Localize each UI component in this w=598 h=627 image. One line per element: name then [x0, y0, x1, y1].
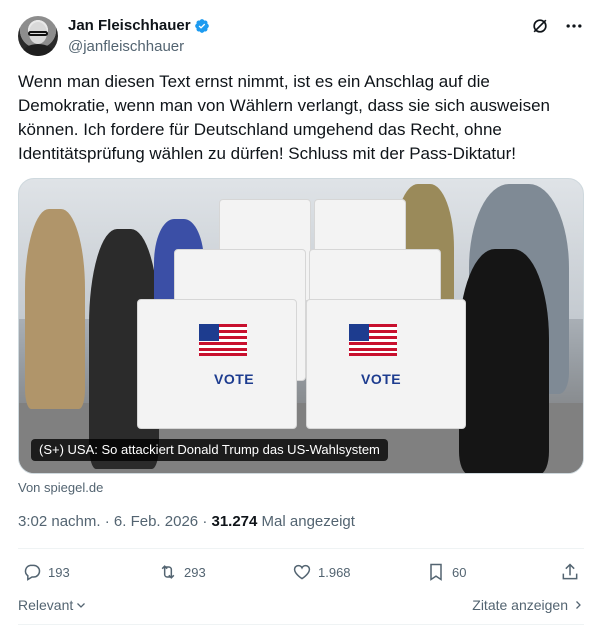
action-bar: 193 293 1.968 60 [18, 562, 584, 586]
author-display-name[interactable]: Jan Fleischhauer [68, 16, 191, 36]
chevron-down-icon [77, 603, 86, 608]
share-icon [562, 563, 578, 580]
reply-button[interactable]: 193 [22, 562, 70, 582]
tweet-date[interactable]: 6. Feb. 2026 [114, 513, 198, 530]
booth-vote-label: VOTE [214, 371, 255, 387]
repost-icon [161, 565, 175, 579]
media-caption[interactable]: (S+) USA: So attackiert Donald Trump das… [31, 439, 388, 461]
avatar[interactable] [18, 16, 58, 56]
show-quotes-link[interactable]: Zitate anzeigen [472, 597, 584, 613]
bookmark-button[interactable]: 60 [426, 562, 466, 582]
like-button[interactable]: 1.968 [292, 562, 351, 582]
bookmark-icon [430, 563, 442, 581]
voting-booth-front-right [306, 299, 466, 429]
repost-count: 293 [184, 564, 206, 580]
booth-vote-label: VOTE [361, 371, 402, 387]
person-left [25, 209, 85, 409]
meta-separator: · [202, 513, 208, 530]
meta-separator: · [104, 513, 110, 530]
reply-icon [24, 564, 41, 581]
us-flag-icon [199, 324, 247, 356]
tweet-text: Wenn man diesen Text ernst nimmt, ist es… [18, 72, 550, 163]
reply-count: 193 [48, 564, 70, 580]
divider [18, 548, 584, 549]
like-icon [293, 564, 311, 580]
tweet-header: Jan Fleischhauer @janfleischhauer [18, 14, 584, 58]
author-handle[interactable]: @janfleischhauer [68, 37, 210, 57]
share-button[interactable] [560, 562, 580, 582]
sort-relevant-label: Relevant [18, 597, 74, 613]
views-count: 31.274 [211, 513, 258, 530]
link-card-media[interactable]: VOTE VOTE (S+) USA: So attackiert Donald… [18, 178, 584, 474]
tweet-meta: 3:02 nachm. · 6. Feb. 2026 · 31.274 Mal … [18, 513, 355, 530]
grok-icon[interactable] [530, 16, 550, 36]
us-flag-icon [349, 324, 397, 356]
voting-booth-front-left [137, 299, 297, 429]
more-icon[interactable] [564, 16, 584, 36]
views-label: Mal angezeigt [261, 513, 355, 530]
chevron-right-icon [576, 601, 581, 609]
repost-button[interactable]: 293 [158, 562, 206, 582]
verified-badge-icon [194, 19, 209, 33]
bookmark-count: 60 [452, 564, 467, 580]
show-quotes-label: Zitate anzeigen [472, 597, 568, 613]
sort-relevant-dropdown[interactable]: Relevant [18, 597, 87, 613]
link-source[interactable]: Von spiegel.de [18, 480, 103, 495]
like-count: 1.968 [318, 564, 351, 580]
divider [18, 624, 584, 625]
tweet-time[interactable]: 3:02 nachm. [18, 513, 101, 530]
person-woman-black [459, 249, 549, 473]
author-block: Jan Fleischhauer @janfleischhauer [68, 16, 210, 57]
